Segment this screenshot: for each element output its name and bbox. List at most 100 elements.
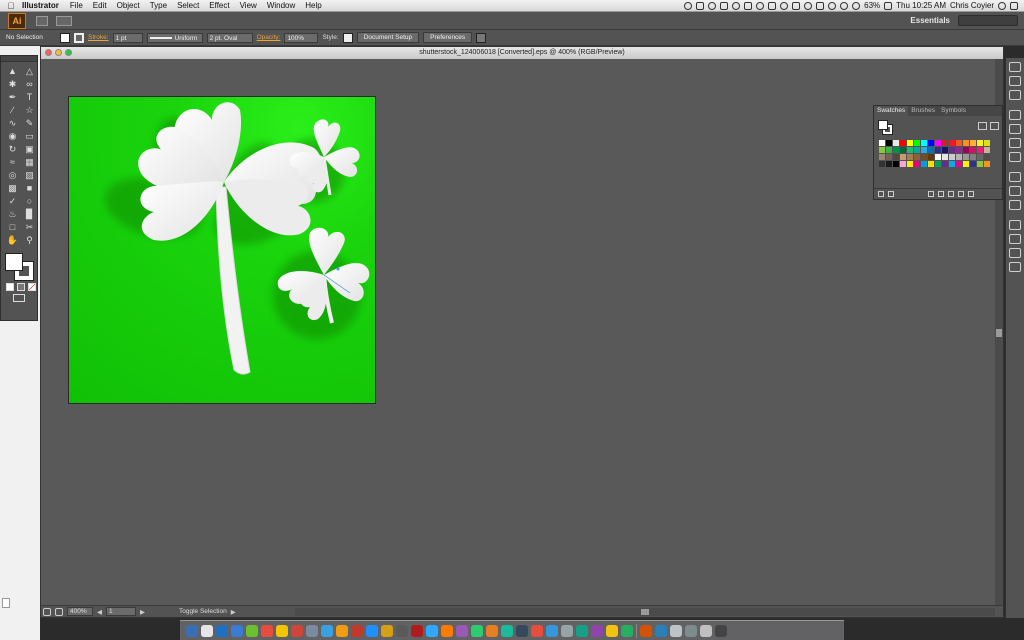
- menu-view[interactable]: View: [235, 1, 262, 10]
- swatch-chip[interactable]: [935, 147, 941, 153]
- dock-app-icon[interactable]: [426, 624, 438, 637]
- arrange-icon[interactable]: [476, 32, 487, 43]
- stroke-color-swatch[interactable]: [74, 32, 84, 43]
- gradient-panel-icon[interactable]: [1009, 186, 1021, 196]
- dock-app-icon[interactable]: [531, 624, 543, 637]
- tab-symbols[interactable]: Symbols: [938, 106, 969, 116]
- display-icon[interactable]: [816, 1, 825, 10]
- swatch-chip[interactable]: [942, 161, 948, 167]
- dropbox-icon[interactable]: [696, 1, 705, 10]
- swatch-chip[interactable]: [900, 147, 906, 153]
- document-title-bar[interactable]: shutterstock_124006018 [Converted].eps @…: [41, 47, 1003, 59]
- swatch-chip[interactable]: [879, 140, 885, 146]
- canvas[interactable]: [41, 59, 1003, 607]
- artboard[interactable]: [68, 96, 376, 404]
- dock-app-icon[interactable]: [336, 624, 348, 637]
- swatch-chip[interactable]: [879, 154, 885, 160]
- status-text[interactable]: Toggle Selection: [179, 608, 227, 615]
- dock-app-icon[interactable]: [201, 624, 213, 637]
- preferences-button[interactable]: Preferences: [423, 32, 473, 43]
- line-tool-icon[interactable]: ∕: [6, 104, 19, 116]
- user-name[interactable]: Chris Coyier: [950, 1, 994, 10]
- timer-icon[interactable]: [804, 1, 813, 10]
- swatch-chip[interactable]: [900, 161, 906, 167]
- dock-app-icon[interactable]: [351, 624, 363, 637]
- width-tool-icon[interactable]: ≈: [6, 156, 19, 168]
- swatch-chip[interactable]: [935, 161, 941, 167]
- dock-app-icon[interactable]: [231, 624, 243, 637]
- eraser-tool-icon[interactable]: ▭: [23, 130, 36, 142]
- screen-mode-icon[interactable]: [13, 294, 25, 302]
- swatch-chip[interactable]: [963, 154, 969, 160]
- dock-app-icon[interactable]: [411, 624, 423, 637]
- symbols-panel-icon[interactable]: [1009, 152, 1021, 162]
- swatch-chip[interactable]: [984, 140, 990, 146]
- swatch-chip[interactable]: [928, 161, 934, 167]
- volume-icon[interactable]: [840, 1, 849, 10]
- swatch-chip[interactable]: [977, 161, 983, 167]
- lasso-tool-icon[interactable]: ∞: [23, 78, 36, 90]
- gradient-mode-icon[interactable]: [17, 283, 25, 291]
- close-window-icon[interactable]: [45, 49, 52, 56]
- swatch-chip[interactable]: [914, 147, 920, 153]
- swatch-chip[interactable]: [907, 161, 913, 167]
- artboard-tool-icon[interactable]: □: [6, 221, 19, 233]
- variable-width-profile[interactable]: Uniform: [146, 32, 203, 43]
- swatch-chip[interactable]: [886, 140, 892, 146]
- opacity-label-link[interactable]: Opacity:: [257, 34, 281, 41]
- dock-app-icon[interactable]: [685, 624, 697, 637]
- rotate-tool-icon[interactable]: ↻: [6, 143, 19, 155]
- camera-icon[interactable]: [720, 1, 729, 10]
- swatch-chip[interactable]: [900, 154, 906, 160]
- bridge-button[interactable]: [36, 15, 48, 26]
- swatch-chip[interactable]: [886, 147, 892, 153]
- dock-app-icon[interactable]: [655, 624, 667, 637]
- transform-panel-icon[interactable]: [1009, 234, 1021, 244]
- swatch-chip[interactable]: [956, 140, 962, 146]
- new-color-group-icon[interactable]: [938, 191, 944, 197]
- transparency-panel-icon[interactable]: [1009, 200, 1021, 210]
- swatch-chip[interactable]: [949, 140, 955, 146]
- graphic-styles-panel-icon[interactable]: [1009, 76, 1021, 86]
- minimize-window-icon[interactable]: [55, 49, 62, 56]
- swatch-chip[interactable]: [907, 154, 913, 160]
- dock-app-icon[interactable]: [715, 624, 727, 637]
- key-icon[interactable]: [768, 1, 777, 10]
- gradient-tool-icon[interactable]: ■: [23, 182, 36, 194]
- column-graph-tool-icon[interactable]: ▉: [23, 208, 36, 220]
- dock-app-icon[interactable]: [486, 624, 498, 637]
- pen-tool-icon[interactable]: ✒: [6, 91, 19, 103]
- stroke-label-link[interactable]: Stroke:: [88, 34, 109, 41]
- swatch-chip[interactable]: [921, 154, 927, 160]
- open-in-bridge-icon[interactable]: [55, 607, 63, 616]
- dock-app-icon[interactable]: [246, 624, 258, 637]
- next-artboard-icon[interactable]: ▶: [140, 608, 145, 616]
- swatch-chip[interactable]: [935, 154, 941, 160]
- document-setup-button[interactable]: Document Setup: [356, 32, 420, 43]
- selection-tool-icon[interactable]: ▲: [6, 65, 19, 77]
- workspace-switcher[interactable]: Essentials: [910, 16, 950, 25]
- swatch-chip[interactable]: [893, 154, 899, 160]
- swatch-chip[interactable]: [907, 147, 913, 153]
- swatch-chip[interactable]: [970, 154, 976, 160]
- dock-app-icon[interactable]: [471, 624, 483, 637]
- swatch-libraries-icon[interactable]: [878, 191, 884, 197]
- swatch-chip[interactable]: [921, 140, 927, 146]
- stroke-weight-field[interactable]: 1 pt: [112, 32, 143, 43]
- horizontal-scrollbar[interactable]: [295, 607, 995, 616]
- menu-help[interactable]: Help: [300, 1, 326, 10]
- swatch-chip[interactable]: [984, 161, 990, 167]
- swatch-chip[interactable]: [893, 147, 899, 153]
- brushes-panel-icon[interactable]: [1009, 138, 1021, 148]
- free-transform-tool-icon[interactable]: ▦: [23, 156, 36, 168]
- menu-type[interactable]: Type: [145, 1, 172, 10]
- spotlight-search-icon[interactable]: [998, 1, 1006, 10]
- perspective-grid-tool-icon[interactable]: ▧: [23, 169, 36, 181]
- swatch-options-icon[interactable]: [928, 191, 934, 197]
- desktop-file[interactable]: [2, 596, 38, 610]
- list-view-icon[interactable]: [978, 122, 987, 130]
- pencil-tool-icon[interactable]: ✎: [23, 117, 36, 129]
- stroke-panel-icon[interactable]: [1009, 172, 1021, 182]
- first-artboard-icon[interactable]: ◀: [97, 608, 102, 616]
- dock-app-icon[interactable]: [516, 624, 528, 637]
